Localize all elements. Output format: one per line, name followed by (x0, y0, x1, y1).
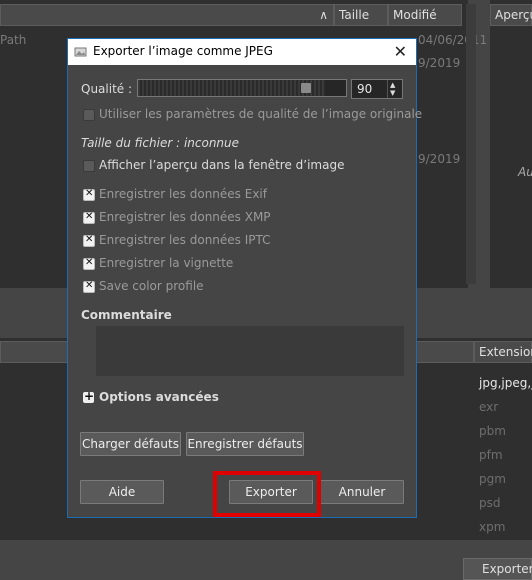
extension-item[interactable]: exr (479, 400, 498, 414)
save-defaults-button[interactable]: Enregistrer défauts (186, 432, 304, 456)
extension-item[interactable]: psd (479, 496, 501, 510)
sort-up-icon: ∧ (319, 8, 328, 22)
quality-value: 90 (357, 82, 373, 96)
quality-stepper[interactable]: ▲ ▼ (387, 80, 402, 98)
save-thumbnail-checkbox[interactable] (83, 257, 95, 270)
save-exif-label[interactable]: Enregistrer les données Exif (99, 187, 267, 201)
dialog-title: Exporter l’image comme JPEG (93, 44, 273, 58)
show-preview-label[interactable]: Afficher l’aperçu dans la fenêtre d’imag… (99, 158, 344, 172)
show-preview-checkbox[interactable] (83, 160, 95, 172)
save-exif-checkbox[interactable] (83, 188, 95, 201)
extension-item[interactable]: jpg,jpeg,j (479, 376, 532, 390)
comment-textarea[interactable] (96, 326, 404, 376)
preview-header: Aperçu (490, 4, 532, 26)
date-cell: 04/06/2011 (418, 33, 488, 47)
export-highlight-box (213, 471, 321, 517)
extension-item[interactable]: pgm (479, 472, 506, 486)
expand-icon[interactable] (83, 389, 94, 403)
background-export-button[interactable]: Exporter (463, 558, 532, 580)
preview-text: Au (518, 165, 532, 179)
gimp-icon (74, 47, 87, 57)
extension-item[interactable]: xpm (479, 520, 505, 534)
file-list-scrollbar[interactable] (466, 4, 476, 284)
extension-item[interactable]: pfm (479, 448, 503, 462)
save-iptc-checkbox[interactable] (83, 234, 95, 247)
save-iptc-label[interactable]: Enregistrer les données IPTC (99, 233, 271, 247)
save-color-profile-label[interactable]: Save color profile (99, 279, 204, 293)
help-button[interactable]: Aide (80, 480, 164, 504)
increment-icon[interactable]: ▲ (390, 81, 395, 89)
dialog-titlebar[interactable]: Exporter l’image comme JPEG ✕ (68, 39, 416, 65)
load-defaults-button[interactable]: Charger défauts (80, 432, 181, 456)
date-cell: 9/2019 (418, 152, 461, 166)
file-size-label: Taille du fichier : inconnue (81, 136, 240, 150)
extension-column-header[interactable]: Extension (474, 341, 532, 363)
preview-panel (490, 0, 532, 288)
save-xmp-label[interactable]: Enregistrer les données XMP (99, 210, 271, 224)
export-jpeg-dialog: Exporter l’image comme JPEG ✕ Qualité : … (67, 38, 422, 518)
quality-slider-handle[interactable] (301, 83, 311, 93)
comment-label: Commentaire (81, 308, 172, 322)
close-icon[interactable]: ✕ (394, 42, 407, 61)
use-original-quality-checkbox[interactable] (83, 109, 95, 121)
quality-spinbox[interactable]: 90 ▲ ▼ (351, 79, 403, 99)
use-original-quality-label[interactable]: Utiliser les paramètres de qualité de l’… (99, 107, 422, 121)
extension-item[interactable]: pbm (479, 424, 506, 438)
save-color-profile-checkbox[interactable] (83, 280, 95, 293)
quality-slider-fill (138, 80, 325, 96)
size-column-header[interactable]: Taille (334, 4, 388, 26)
decrement-icon[interactable]: ▼ (390, 89, 395, 97)
quality-slider[interactable] (137, 79, 347, 97)
path-label: Path (0, 33, 27, 47)
advanced-options-expander[interactable]: Options avancées (99, 390, 219, 404)
date-cell: 9/2019 (418, 56, 461, 70)
quality-label: Qualité : (81, 82, 133, 96)
save-xmp-checkbox[interactable] (83, 211, 95, 224)
cancel-button[interactable]: Annuler (320, 480, 404, 504)
name-column-header[interactable]: ∧ (0, 4, 334, 26)
modified-column-header[interactable]: Modifié (388, 4, 462, 26)
save-thumbnail-label[interactable]: Enregistrer la vignette (99, 256, 233, 270)
